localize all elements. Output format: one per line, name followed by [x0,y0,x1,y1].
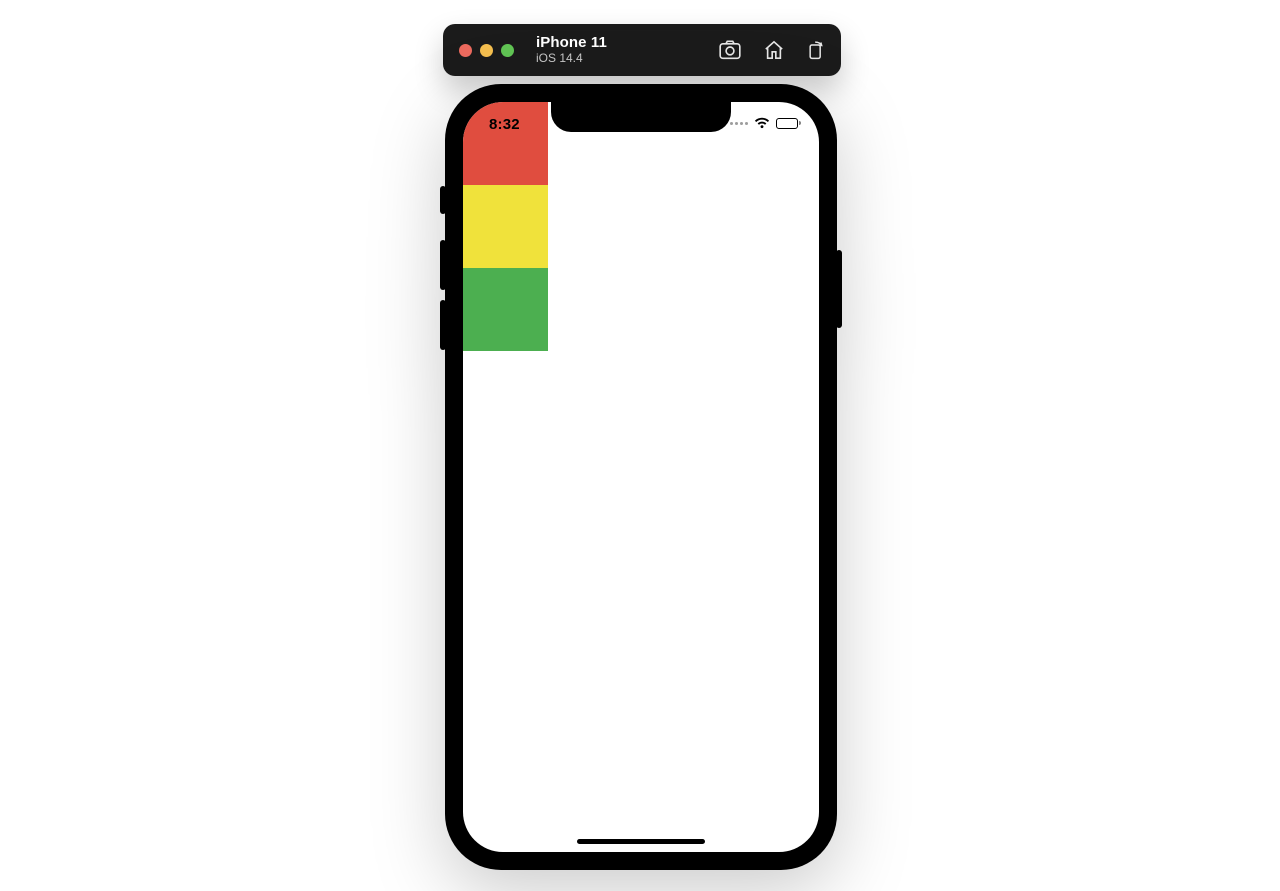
home-icon[interactable] [763,40,785,60]
window-controls [459,44,514,57]
status-right [730,117,801,129]
color-block-green [463,268,548,351]
simulator-actions [719,40,825,60]
cellular-signal-icon [730,122,748,125]
color-block-yellow [463,185,548,268]
side-button-volume-up[interactable] [440,240,446,290]
screenshot-icon[interactable] [719,40,741,60]
side-button-silence[interactable] [440,186,446,214]
simulator-device: 8:32 [445,84,837,870]
side-button-volume-down[interactable] [440,300,446,350]
home-indicator[interactable] [577,839,705,844]
side-button-power[interactable] [836,250,842,328]
phone-screen[interactable]: 8:32 [463,102,819,852]
color-block-red [463,102,548,185]
rotate-icon[interactable] [807,40,825,60]
device-subtitle: iOS 14.4 [536,52,607,65]
notch [551,102,731,132]
battery-icon [776,118,801,129]
app-content [463,102,548,351]
device-info: iPhone 11 iOS 14.4 [536,35,607,66]
wifi-icon [754,117,770,129]
zoom-window-button[interactable] [501,44,514,57]
phone-frame: 8:32 [445,84,837,870]
simulator-titlebar: iPhone 11 iOS 14.4 [443,24,841,76]
device-title: iPhone 11 [536,35,607,52]
minimize-window-button[interactable] [480,44,493,57]
close-window-button[interactable] [459,44,472,57]
status-time: 8:32 [489,116,520,133]
